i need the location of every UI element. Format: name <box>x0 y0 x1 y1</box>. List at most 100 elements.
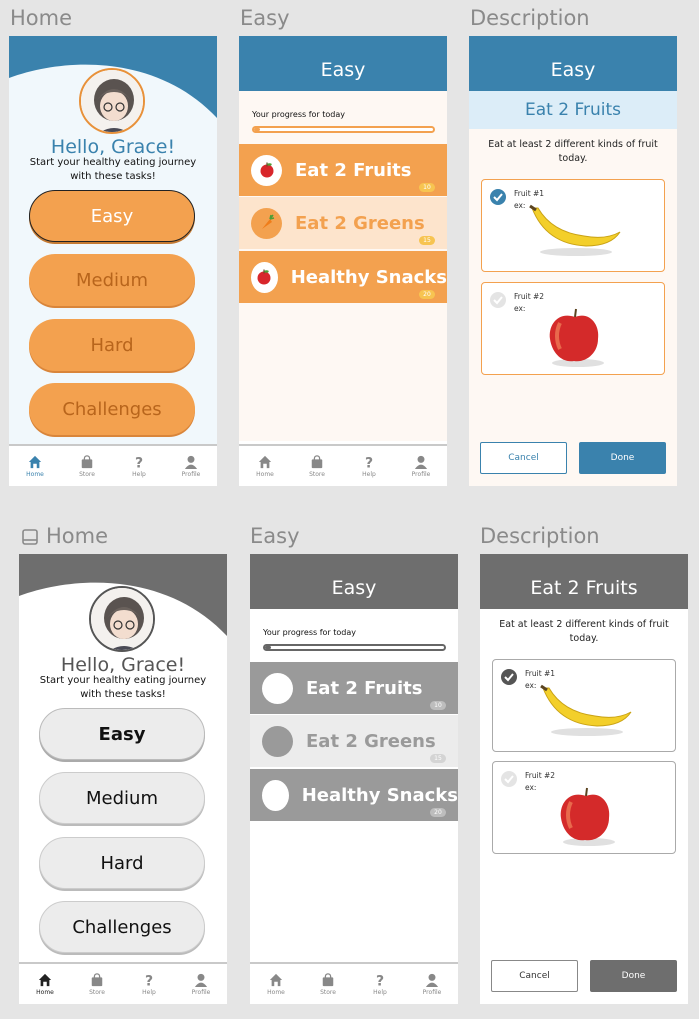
frame-label-easy: Easy <box>240 6 290 30</box>
task-title: Healthy Snacks <box>290 266 447 288</box>
home-icon <box>269 973 283 986</box>
task-icon <box>262 779 289 811</box>
checked-icon[interactable] <box>490 189 506 205</box>
frame-label-home: Home <box>10 6 73 30</box>
bottom-nav: Home Store ? Help Profile <box>239 444 447 486</box>
avatar <box>89 586 155 652</box>
apple-image <box>560 787 615 846</box>
nav-help[interactable]: ? Help <box>354 964 406 1004</box>
medium-button[interactable]: Medium <box>29 254 195 306</box>
bag-icon <box>91 972 103 986</box>
nav-home[interactable]: Home <box>19 964 71 1004</box>
question-icon: ? <box>135 455 143 469</box>
cancel-button[interactable]: Cancel <box>491 960 578 992</box>
challenges-button[interactable]: Challenges <box>39 901 205 953</box>
nav-home[interactable]: Home <box>250 964 302 1004</box>
task-title: Healthy Snacks <box>301 784 458 806</box>
unchecked-icon[interactable] <box>501 771 517 787</box>
done-button[interactable]: Done <box>579 442 666 474</box>
task-title: Eat 2 Greens <box>306 730 436 752</box>
nav-profile[interactable]: Profile <box>406 964 458 1004</box>
hard-button[interactable]: Hard <box>39 837 205 889</box>
home-screen-wireframe: Hello, Grace! Start your healthy eating … <box>19 554 227 1004</box>
nav-profile[interactable]: Profile <box>175 964 227 1004</box>
nav-home[interactable]: Home <box>9 446 61 486</box>
svg-text:?: ? <box>145 973 153 987</box>
subtitle: Start your healthy eating journey with th… <box>29 157 197 182</box>
fruit-card-2[interactable]: Fruit #2 ex: <box>481 282 665 375</box>
points-badge: 10 <box>430 701 446 710</box>
nav-profile[interactable]: Profile <box>165 446 217 486</box>
task-description: Eat at least 2 different kinds of fruit t… <box>499 619 669 644</box>
points-badge: 15 <box>419 236 435 245</box>
question-icon: ? <box>365 455 373 469</box>
progress-label: Your progress for today <box>263 628 356 637</box>
fruit-card-1[interactable]: Fruit #1 ex: <box>492 659 676 752</box>
svg-text:?: ? <box>365 455 373 469</box>
subtitle: Start your healthy eating journey with th… <box>39 675 207 700</box>
progress-label: Your progress for today <box>252 110 345 119</box>
bottom-nav: Home Store ? Help Profile <box>19 962 227 1004</box>
nav-help[interactable]: ? Help <box>343 446 395 486</box>
fruit-card-1[interactable]: Fruit #1 ex: <box>481 179 665 272</box>
avatar <box>79 68 145 134</box>
frame-icon <box>22 529 38 545</box>
greeting: Hello, Grace! <box>60 654 186 676</box>
question-icon: ? <box>145 973 153 987</box>
easy-screen: Easy Your progress for today Eat 2 Fruit… <box>239 36 447 486</box>
home-icon <box>38 973 52 986</box>
question-icon: ? <box>376 973 384 987</box>
home-screen: Hello, Grace! Start your healthy eating … <box>9 36 217 486</box>
task-title: Eat 2 Fruits <box>469 91 677 129</box>
fruit-card-2[interactable]: Fruit #2 ex: <box>492 761 676 854</box>
progress-bar <box>252 126 435 133</box>
person-icon <box>414 455 428 469</box>
progress-bar <box>263 644 446 651</box>
nav-help[interactable]: ? Help <box>123 964 175 1004</box>
points-badge: 20 <box>430 808 446 817</box>
bottom-nav: Home Store ? Help Profile <box>250 962 458 1004</box>
description-screen: Easy Eat 2 Fruits Eat at least 2 differe… <box>469 36 677 486</box>
person-icon <box>425 973 439 987</box>
easy-button[interactable]: Easy <box>29 190 195 242</box>
screen-title: Easy <box>469 36 677 91</box>
apple-icon <box>251 154 282 186</box>
nav-store[interactable]: Store <box>61 446 113 486</box>
bag-icon <box>311 454 323 468</box>
medium-button[interactable]: Medium <box>39 772 205 824</box>
task-eat-2-greens[interactable]: Eat 2 Greens 15 <box>250 715 458 767</box>
task-eat-2-fruits[interactable]: Eat 2 Fruits 10 <box>250 662 458 714</box>
points-badge: 20 <box>419 290 435 299</box>
cancel-button[interactable]: Cancel <box>480 442 567 474</box>
nav-help[interactable]: ? Help <box>113 446 165 486</box>
easy-button[interactable]: Easy <box>39 708 205 760</box>
nav-profile[interactable]: Profile <box>395 446 447 486</box>
nav-store[interactable]: Store <box>291 446 343 486</box>
task-healthy-snacks[interactable]: Healthy Snacks 20 <box>250 769 458 821</box>
nav-home[interactable]: Home <box>239 446 291 486</box>
screen-title: Easy <box>250 554 458 609</box>
carrot-icon <box>251 207 282 239</box>
task-icon <box>262 672 293 704</box>
task-title: Eat 2 Fruits <box>306 677 423 699</box>
checked-icon[interactable] <box>501 669 517 685</box>
nav-store[interactable]: Store <box>71 964 123 1004</box>
task-eat-2-fruits[interactable]: Eat 2 Fruits 10 <box>239 144 447 196</box>
points-badge: 10 <box>419 183 435 192</box>
person-icon <box>184 455 198 469</box>
task-title: Eat 2 Greens <box>295 212 425 234</box>
done-button[interactable]: Done <box>590 960 677 992</box>
frame-label-description: Description <box>470 6 590 30</box>
task-title: Eat 2 Fruits <box>295 159 412 181</box>
nav-store[interactable]: Store <box>302 964 354 1004</box>
challenges-button[interactable]: Challenges <box>29 383 195 435</box>
task-healthy-snacks[interactable]: Healthy Snacks 20 <box>239 251 447 303</box>
description-screen-wireframe: Eat 2 Fruits Eat at least 2 different ki… <box>480 554 688 1004</box>
frame-label-home: Home <box>46 524 109 548</box>
hard-button[interactable]: Hard <box>29 319 195 371</box>
bag-icon <box>322 972 334 986</box>
task-eat-2-greens[interactable]: Eat 2 Greens 15 <box>239 197 447 249</box>
bag-icon <box>81 454 93 468</box>
unchecked-icon[interactable] <box>490 292 506 308</box>
task-title: Eat 2 Fruits <box>480 554 688 609</box>
